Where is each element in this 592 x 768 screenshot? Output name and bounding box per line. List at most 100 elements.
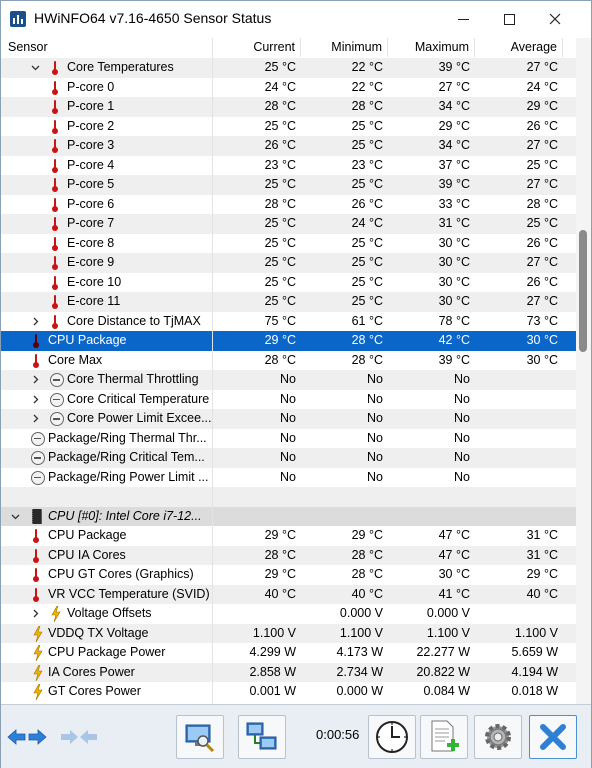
minimum-value: 26 °C [351, 196, 383, 211]
table-row[interactable]: Core Max 28 °C 28 °C 39 °C 30 °C [1, 351, 576, 371]
section-header-row[interactable]: CPU [#0]: Intel Core i7-12... [1, 506, 576, 526]
maximize-icon [503, 13, 515, 25]
table-row[interactable]: Package/Ring Critical Tem... No No No [1, 448, 576, 468]
chevron-right-icon[interactable] [31, 609, 40, 618]
sensor-label: GT Cores Power [48, 684, 141, 698]
column-average[interactable]: Average [475, 38, 563, 57]
minimum-value: No [367, 450, 383, 464]
table-row[interactable]: E-core 8 25 °C 25 °C 30 °C 26 °C [1, 234, 576, 254]
chevron-right-icon[interactable] [31, 414, 40, 423]
current-value: No [280, 430, 296, 445]
nav-arrows-button[interactable] [3, 715, 51, 759]
current-value: 28 °C [264, 352, 296, 367]
table-row[interactable]: P-core 5 25 °C 25 °C 39 °C 27 °C [1, 175, 576, 195]
sensor-label: VDDQ TX Voltage [48, 625, 149, 640]
vertical-scrollbar[interactable] [576, 38, 591, 704]
average-value: 27 °C [526, 294, 558, 308]
table-row[interactable]: VDDQ TX Voltage 1.100 V 1.100 V 1.100 V 1.10… [1, 623, 576, 643]
table-row[interactable]: Voltage Offsets 0.000 V 0.000 V [1, 604, 576, 624]
table-row[interactable]: CPU Package 29 °C 29 °C 47 °C 31 °C [1, 526, 576, 546]
monitor-search-icon [185, 724, 215, 752]
thermometer-bulb [33, 361, 39, 368]
table-row[interactable]: IA Cores Power 2.858 W 2.734 W 20.822 W 4.19… [1, 662, 576, 682]
minimize-button[interactable] [440, 1, 486, 37]
nav-arrows-disabled-button[interactable] [55, 715, 103, 759]
sensor-status-window: HWiNFO64 v7.16-4650 Sensor Status Sensor… [0, 0, 592, 768]
table-row[interactable]: Package/Ring Power Limit ... No No No [1, 468, 576, 488]
column-maximum[interactable]: Maximum [388, 38, 475, 57]
thermometer-icon [52, 256, 58, 270]
maximum-value: No [454, 430, 470, 445]
scrollbar-thumb[interactable] [579, 230, 587, 352]
table-row[interactable]: P-core 4 23 °C 23 °C 37 °C 25 °C [1, 156, 576, 176]
table-row[interactable]: Core Thermal Throttling No No No [1, 370, 576, 390]
thermometer-icon [52, 236, 58, 251]
table-row[interactable]: VR VCC Temperature (SVID) 40 °C 40 °C 41 °C… [1, 584, 576, 604]
average-value: 29 °C [526, 99, 558, 113]
thermometer-icon [52, 295, 58, 309]
table-row[interactable]: P-core 2 25 °C 25 °C 29 °C 26 °C [1, 117, 576, 137]
table-row[interactable]: GT Cores Power 0.001 W 0.000 W 0.084 W 0.018… [1, 682, 576, 702]
thermometer-bulb [52, 264, 58, 270]
column-current[interactable]: Current [213, 38, 301, 57]
network-button[interactable] [238, 715, 286, 759]
chevron-right-icon[interactable] [31, 395, 40, 404]
bottom-toolbar: 0:00:56 [1, 704, 591, 768]
thermometer-icon [33, 587, 39, 602]
table-row[interactable]: CPU IA Cores 28 °C 28 °C 47 °C 31 °C [1, 545, 576, 565]
table-row[interactable]: Package/Ring Thermal Thr... No No No [1, 429, 576, 449]
table-row[interactable]: E-core 11 25 °C 25 °C 30 °C 27 °C [1, 292, 576, 312]
table-row[interactable]: Core Critical Temperature No No No [1, 390, 576, 410]
chevron-down-icon[interactable] [31, 63, 40, 72]
table-row[interactable]: P-core 6 28 °C 26 °C 33 °C 28 °C [1, 195, 576, 215]
clock-button[interactable] [368, 715, 416, 759]
minimum-value: 1.100 V [339, 625, 383, 640]
close-window-button[interactable] [532, 1, 578, 37]
table-row[interactable] [1, 487, 576, 507]
maximum-value: 22.277 W [416, 645, 470, 659]
table-row[interactable]: Core Distance to TjMAX 75 °C 61 °C 78 °C 73 … [1, 312, 576, 332]
close-sensors-button[interactable] [529, 715, 577, 759]
minimum-value: 24 °C [351, 216, 383, 230]
table-row[interactable]: E-core 10 25 °C 25 °C 30 °C 26 °C [1, 273, 576, 293]
average-value: 31 °C [526, 547, 558, 562]
table-row[interactable]: E-core 9 25 °C 25 °C 30 °C 27 °C [1, 253, 576, 273]
maximum-value: 47 °C [438, 547, 470, 562]
table-row[interactable]: P-core 0 24 °C 22 °C 27 °C 24 °C [1, 78, 576, 98]
minimum-value: 28 °C [351, 567, 383, 581]
report-add-button[interactable] [420, 715, 468, 759]
maximum-value: 31 °C [438, 216, 470, 230]
monitor-search-button[interactable] [176, 715, 224, 759]
settings-button[interactable] [474, 715, 522, 759]
current-value: 0.001 W [249, 684, 296, 698]
average-value: 26 °C [526, 235, 558, 250]
table-row[interactable]: CPU Package 29 °C 28 °C 42 °C 30 °C [1, 331, 576, 351]
current-value: 28 °C [264, 547, 296, 562]
thermometer-bulb [52, 166, 58, 173]
current-value: 75 °C [264, 313, 296, 328]
table-row[interactable]: P-core 7 25 °C 24 °C 31 °C 25 °C [1, 214, 576, 234]
minimum-value: 0.000 W [336, 684, 383, 698]
table-row[interactable]: P-core 3 26 °C 25 °C 34 °C 27 °C [1, 136, 576, 156]
thermometer-icon [52, 139, 58, 153]
chevron-right-icon[interactable] [31, 375, 40, 384]
bolt-icon [33, 664, 43, 681]
table-row[interactable]: P-core 1 28 °C 28 °C 34 °C 29 °C [1, 97, 576, 117]
thermometer-icon [52, 100, 58, 114]
table-row[interactable]: Core Power Limit Excee... No No No [1, 409, 576, 429]
report-add-icon [431, 720, 459, 752]
maximize-button[interactable] [486, 1, 532, 37]
chevron-right-icon[interactable] [31, 317, 40, 326]
chevron-down-icon[interactable] [11, 512, 20, 521]
thermometer-bulb [52, 225, 58, 231]
column-sensor[interactable]: Sensor [1, 38, 213, 57]
table-row[interactable]: CPU GT Cores (Graphics) 29 °C 28 °C 30 °C 29… [1, 565, 576, 585]
thermometer-icon [52, 197, 58, 212]
sensor-label: Core Distance to TjMAX [67, 313, 201, 328]
column-minimum[interactable]: Minimum [301, 38, 388, 57]
table-row[interactable]: CPU Package Power 4.299 W 4.173 W 22.277 W 5… [1, 643, 576, 663]
table-row[interactable]: Core Temperatures 25 °C 22 °C 39 °C 27 °C [1, 58, 576, 78]
minimum-value: 25 °C [351, 235, 383, 250]
gauge-icon [50, 412, 64, 426]
sensor-label: P-core 0 [67, 79, 115, 94]
